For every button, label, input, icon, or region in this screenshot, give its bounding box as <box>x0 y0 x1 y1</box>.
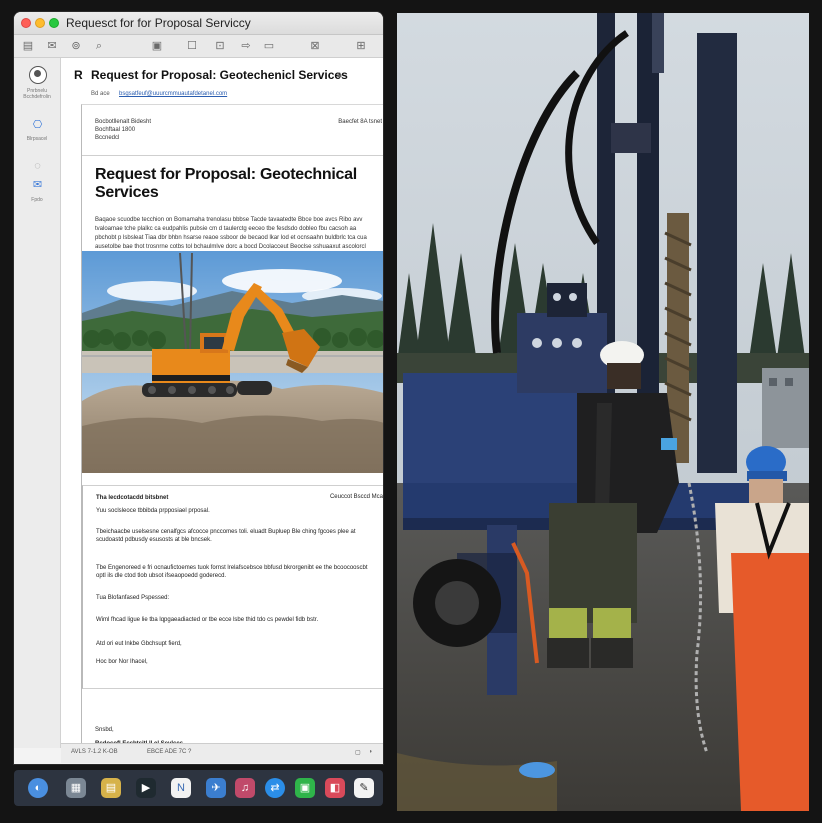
share-icon[interactable]: ⊠ <box>307 38 323 54</box>
desktop: Requesct for for Proposal Serviccy ▤ ✉ ⊚… <box>0 0 822 823</box>
mail-window: Requesct for for Proposal Serviccy ▤ ✉ ⊚… <box>14 12 383 764</box>
title-bar[interactable]: Requesct for for Proposal Serviccy <box>14 12 383 35</box>
finder-icon[interactable]: ◐ <box>28 778 48 798</box>
zoom-button[interactable] <box>49 18 59 28</box>
minimize-button[interactable] <box>35 18 45 28</box>
notes-icon[interactable]: ▤ <box>101 778 121 798</box>
music-icon[interactable]: ♫ <box>235 778 255 798</box>
messages-icon[interactable]: N <box>171 778 191 798</box>
sidebar-item2-label[interactable]: Blrpsacel <box>14 136 60 142</box>
move-icon[interactable]: ⇨ <box>238 38 254 54</box>
close-button[interactable] <box>21 18 31 28</box>
info-icon[interactable]: ◗ <box>369 749 373 755</box>
mail-icon[interactable]: ✈ <box>206 778 226 798</box>
terminal-icon[interactable]: ▶ <box>136 778 156 798</box>
drilling-rig-photo <box>397 13 809 811</box>
letter-paragraph-1: Yuu soclsleoce tbbibda prpposiael prposa… <box>96 508 210 514</box>
overflow-icon[interactable]: ⊞ <box>353 38 369 54</box>
letter-heading-right: Ceuccot Bsccd Mca <box>329 494 383 500</box>
sender-line-3: Bccnedcl <box>95 135 120 141</box>
status-bar: AVLS 7-1.2 K-OB EBCE ADE 7C ? ▢ ◗ <box>61 743 383 763</box>
flag-icon[interactable]: ⊚ <box>68 38 84 54</box>
sidebar-account-label: Pnrbnelu Bcchdefrolin <box>23 88 51 100</box>
sidebar: Pnrbnelu Bcchdefrolin ⎔ Blrpsacel ◌ ✉ Fp… <box>14 58 61 748</box>
archive-icon[interactable]: ▣ <box>149 38 165 54</box>
sidebar-icon[interactable]: ▤ <box>20 38 36 54</box>
from-address-link[interactable]: bsgsatfeuf@uuurcmmuautafdetanel.com <box>119 91 227 97</box>
message-pane: R Request for Proposal: Geotechenicl Ser… <box>61 58 383 748</box>
pages-icon[interactable]: ✎ <box>354 778 374 798</box>
status-left-text: AVLS 7-1.2 K-OB <box>71 749 118 755</box>
divider <box>82 155 383 156</box>
more-icon[interactable]: ▭ <box>261 38 277 54</box>
compose-icon[interactable]: ✉ <box>44 38 60 54</box>
toolbar: ▤ ✉ ⊚ ⌕ ▣ ☐ ⊡ ⇨ ▭ ⊠ ⊞ <box>14 35 383 58</box>
sidebar-item4-label[interactable]: Fpdo <box>14 197 60 203</box>
drilling-rig-illustration <box>397 13 809 811</box>
letter-paragraph-6: Atd ori eut lnkbe Gbchsupt fierd, <box>96 641 182 647</box>
calendar-icon[interactable]: ◧ <box>325 778 345 798</box>
zoom-icon[interactable]: ▢ <box>355 749 361 756</box>
mail-icon[interactable]: ✉ <box>31 180 44 191</box>
reply-icon[interactable]: ☐ <box>184 38 200 54</box>
inbox-icon[interactable]: ⎔ <box>31 120 44 131</box>
message-subject: Request for Proposal: Geotechenicl Servi… <box>91 68 348 82</box>
facetime-icon[interactable]: ▣ <box>295 778 315 798</box>
sender-line-2: Bochftaal 1800 <box>95 127 136 133</box>
forward-icon[interactable]: ⊡ <box>212 38 228 54</box>
letter-closing: Snsbd, <box>95 727 114 733</box>
lock-icon: 🔒︎ <box>337 69 342 79</box>
sender-line-1: Bocbotllenalt Bidesht <box>95 119 152 125</box>
dock: ◐ ▦ ▤ ▶ N ✈ ♫ ⇄ ▣ ◧ ✎ <box>14 770 383 806</box>
search-icon[interactable]: ⌕ <box>91 38 107 54</box>
account-avatar-icon[interactable] <box>29 66 47 84</box>
photos-icon[interactable]: ▦ <box>66 778 86 798</box>
window-title: Requesct for for Proposal Serviccy <box>66 16 251 30</box>
letter-paragraph-7: Hoc bor Nor Ihacel, <box>96 659 148 665</box>
excavator-photo <box>82 251 383 473</box>
attached-document: Bocbotllenalt Bidesht Bochftaal 1800 Bcc… <box>81 104 383 747</box>
document-title: Request for Proposal: Geotechnical Servi… <box>95 166 357 201</box>
status-middle-text: EBCE ADE 7C ? <box>147 749 192 755</box>
letter-paragraph-5: Wiml fhcad ligue lie tba lqpgaeadiacted … <box>96 617 319 623</box>
letter-paragraph-4: Tua Blofanfased Pspessed: <box>96 595 170 601</box>
from-label: Bd ace <box>91 91 110 97</box>
appstore-icon[interactable]: ⇄ <box>265 778 285 798</box>
excavator-illustration <box>82 251 383 473</box>
document-date: Baecfet 8A tsnet <box>338 119 382 125</box>
letter-body: Tha lecdcotacdd bitsbnet Ceuccot Bsccd M… <box>82 485 383 689</box>
letter-paragraph-2: Tbeichaacbe uselsesne cenalfgcs afcocce … <box>96 529 356 543</box>
letter-paragraph-3: Tbe Engenoreed e fri ocnaufictoemes tuok… <box>96 565 368 579</box>
clock-icon[interactable]: ◌ <box>31 161 44 172</box>
subject-marker: R <box>74 68 83 82</box>
